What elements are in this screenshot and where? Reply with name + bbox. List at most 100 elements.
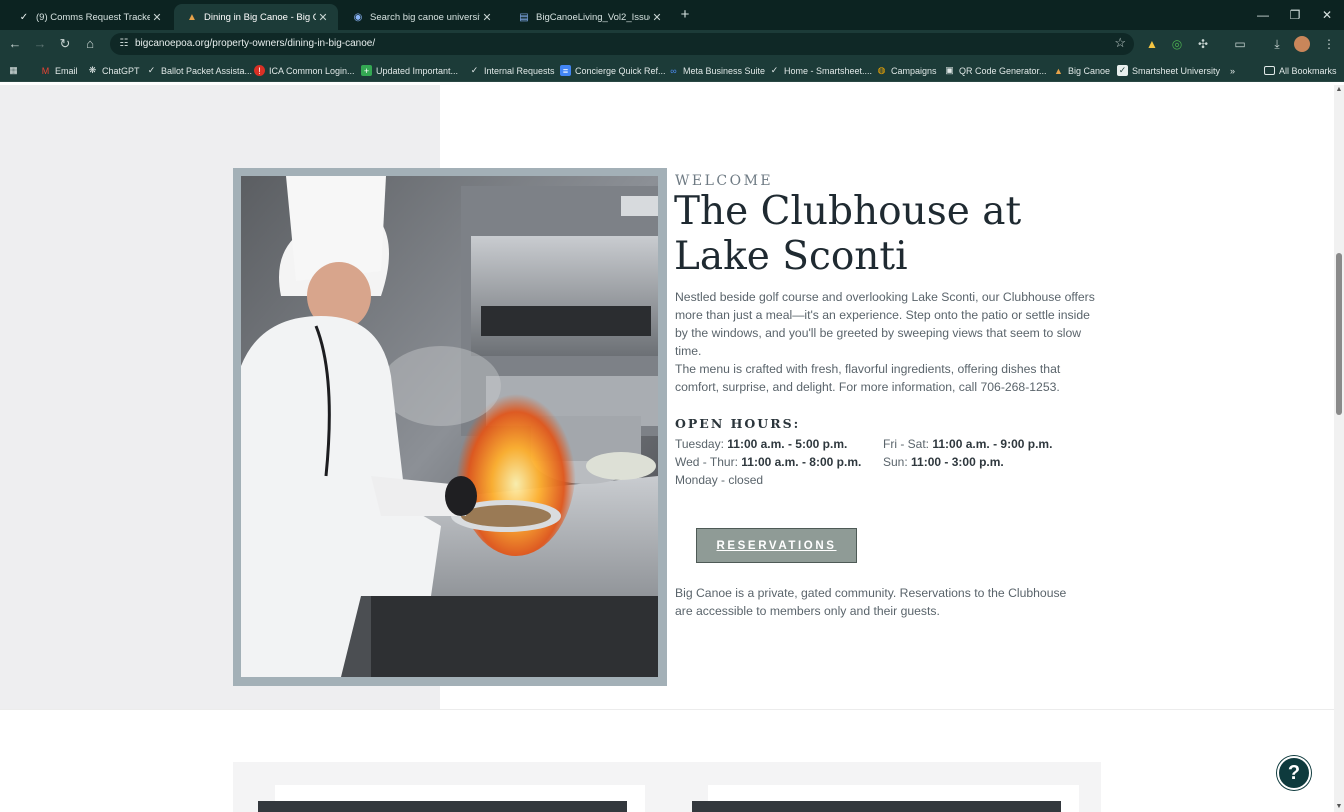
extensions-icon[interactable]: ✣ bbox=[1194, 35, 1212, 53]
big-canoe-icon: ▲ bbox=[1054, 65, 1063, 76]
page-scrollbar[interactable]: ▲ ▼ bbox=[1334, 85, 1344, 812]
bookmark-email[interactable]: M Email bbox=[40, 63, 78, 78]
back-button[interactable]: ← bbox=[6, 35, 24, 53]
address-bar[interactable]: ☷ bigcanoepoa.org/property-owners/dining… bbox=[110, 33, 1134, 55]
bookmarks-overflow-button[interactable]: » bbox=[1230, 63, 1235, 78]
cast-icon[interactable]: ▭ bbox=[1231, 35, 1249, 53]
bookmark-meta-business-suite[interactable]: ∞ Meta Business Suite bbox=[668, 63, 765, 78]
campaigns-icon: ◍ bbox=[877, 65, 886, 75]
section-divider bbox=[0, 709, 1334, 710]
tab-title: (9) Comms Request Tracker - Sm bbox=[36, 11, 150, 23]
hours-days: Tuesday: bbox=[675, 437, 724, 451]
bookmark-label: Ballot Packet Assista... bbox=[161, 65, 253, 76]
tab-strip: ✓ (9) Comms Request Tracker - Sm ✕ ▲ Din… bbox=[0, 0, 1344, 30]
bookmark-big-canoe[interactable]: ▲ Big Canoe bbox=[1053, 63, 1110, 78]
tab-search-big-canoe-university[interactable]: ◉ Search big canoe university - Co ✕ bbox=[340, 4, 502, 30]
bookmark-home-smartsheet[interactable]: ✓ Home - Smartsheet.... bbox=[769, 63, 872, 78]
hours-days: Wed - Thur: bbox=[675, 455, 738, 469]
restore-button[interactable]: ❐ bbox=[1286, 6, 1304, 24]
bookmark-campaigns[interactable]: ◍ Campaigns bbox=[876, 63, 937, 78]
all-bookmarks-button[interactable]: All Bookmarks bbox=[1264, 63, 1337, 78]
drive-extension-icon[interactable]: ▲ bbox=[1143, 35, 1161, 53]
close-icon[interactable]: ✕ bbox=[316, 11, 330, 24]
bookmark-label: Big Canoe bbox=[1068, 65, 1111, 76]
tab-title: Dining in Big Canoe - Big Canoe bbox=[204, 11, 316, 23]
web-page: WELCOME The Clubhouse at Lake Sconti Nes… bbox=[0, 85, 1334, 812]
bookmark-label: Meta Business Suite bbox=[683, 65, 766, 76]
bookmark-label: ChatGPT bbox=[102, 65, 140, 76]
hours-time: 11:00 - 3:00 p.m. bbox=[911, 455, 1004, 469]
browser-toolbar: ← → ↻ ⌂ ☷ bigcanoepoa.org/property-owner… bbox=[0, 30, 1344, 58]
url-text[interactable]: bigcanoepoa.org/property-owners/dining-i… bbox=[135, 38, 375, 49]
smartsheet-icon: ✓ bbox=[1117, 65, 1128, 76]
big-canoe-icon: ▲ bbox=[187, 11, 197, 23]
home-button[interactable]: ⌂ bbox=[81, 35, 99, 53]
site-info-icon[interactable]: ☷ bbox=[116, 36, 132, 52]
grammarly-extension-icon[interactable]: ◎ bbox=[1168, 35, 1186, 53]
hours-fri-sat: Fri - Sat: 11:00 a.m. - 9:00 p.m. bbox=[883, 437, 1052, 451]
download-icon[interactable]: ⤓ bbox=[1268, 35, 1286, 53]
hours-sunday: Sun: 11:00 - 3:00 p.m. bbox=[883, 455, 1004, 469]
bookmark-label: Campaigns bbox=[891, 65, 937, 76]
bookmark-label: Updated Important... bbox=[376, 65, 459, 76]
tab-bigcanoeliving[interactable]: ▤ BigCanoeLiving_Vol2_Issue9 - Ic ✕ bbox=[506, 4, 672, 30]
dining-card-image bbox=[692, 801, 1061, 812]
apps-grid-icon[interactable]: ▦ bbox=[8, 63, 23, 78]
bookmark-star-icon[interactable]: ☆ bbox=[1114, 35, 1126, 51]
chef-photo-frame bbox=[233, 168, 667, 686]
chatgpt-icon: ❋ bbox=[88, 65, 97, 75]
bookmark-label: Smartsheet University bbox=[1132, 65, 1221, 76]
bookmarks-bar: ▦ M Email ❋ ChatGPT ✓ Ballot Packet Assista… bbox=[0, 58, 1344, 82]
forward-button[interactable]: → bbox=[31, 35, 49, 53]
meta-icon: ∞ bbox=[670, 65, 677, 76]
bookmark-updated-important[interactable]: + Updated Important... bbox=[361, 63, 458, 78]
bookmark-label: Email bbox=[55, 65, 78, 76]
bookmark-internal-requests[interactable]: ✓ Internal Requests bbox=[469, 63, 555, 78]
scroll-down-arrow-icon[interactable]: ▼ bbox=[1334, 802, 1344, 812]
bookmark-label: Concierge Quick Ref... bbox=[575, 65, 666, 76]
ica-icon: ! bbox=[254, 65, 265, 76]
bookmark-ballot-packet[interactable]: ✓ Ballot Packet Assista... bbox=[146, 63, 252, 78]
bookmark-label: QR Code Generator... bbox=[959, 65, 1047, 76]
sheet-icon: + bbox=[361, 65, 372, 76]
chef-photo bbox=[241, 176, 658, 677]
smartsheet-icon: ✓ bbox=[147, 65, 156, 75]
grid-icon: ▦ bbox=[9, 65, 18, 75]
hours-time: 11:00 a.m. - 8:00 p.m. bbox=[741, 455, 862, 469]
scrollbar-thumb[interactable] bbox=[1336, 253, 1342, 415]
double-chevron-right-icon: » bbox=[1230, 65, 1236, 76]
tab-comms-request-tracker[interactable]: ✓ (9) Comms Request Tracker - Sm ✕ bbox=[6, 4, 172, 30]
hours-tuesday: Tuesday: 11:00 a.m. - 5:00 p.m. bbox=[675, 437, 847, 451]
bookmark-concierge-quick-ref[interactable]: ≡ Concierge Quick Ref... bbox=[560, 63, 666, 78]
close-window-button[interactable]: ✕ bbox=[1318, 6, 1336, 24]
bookmark-smartsheet-university[interactable]: ✓ Smartsheet University bbox=[1117, 63, 1220, 78]
reload-button[interactable]: ↻ bbox=[56, 35, 74, 53]
bookmark-chatgpt[interactable]: ❋ ChatGPT bbox=[87, 63, 140, 78]
hours-days: Sun: bbox=[883, 455, 908, 469]
hours-monday: Monday - closed bbox=[675, 473, 763, 487]
profile-avatar[interactable] bbox=[1294, 36, 1310, 52]
minimize-button[interactable]: — bbox=[1254, 6, 1272, 24]
smartsheet-icon: ✓ bbox=[770, 65, 779, 75]
bookmark-label: Home - Smartsheet.... bbox=[784, 65, 873, 76]
reservations-button[interactable]: RESERVATIONS bbox=[696, 528, 857, 563]
page-title: The Clubhouse at Lake Sconti bbox=[674, 189, 1022, 279]
hours-wed-thur: Wed - Thur: 11:00 a.m. - 8:00 p.m. bbox=[675, 455, 861, 469]
eyebrow-label: WELCOME bbox=[675, 173, 774, 189]
intro-paragraph: Nestled beside golf course and overlooki… bbox=[675, 290, 1095, 358]
tab-dining-big-canoe[interactable]: ▲ Dining in Big Canoe - Big Canoe ✕ bbox=[174, 4, 338, 30]
menu-kebab-icon[interactable]: ⋮ bbox=[1320, 35, 1338, 53]
search-site-icon: ◉ bbox=[353, 11, 363, 23]
bookmark-qr-code-generator[interactable]: ▣ QR Code Generator... bbox=[944, 63, 1047, 78]
hours-time: 11:00 a.m. - 9:00 p.m. bbox=[932, 437, 1053, 451]
scroll-up-arrow-icon[interactable]: ▲ bbox=[1334, 85, 1344, 95]
help-button[interactable]: ? bbox=[1277, 756, 1311, 790]
close-icon[interactable]: ✕ bbox=[150, 11, 164, 24]
all-bookmarks-label: All Bookmarks bbox=[1279, 65, 1337, 76]
bookmark-ica-login[interactable]: ! ICA Common Login... bbox=[254, 63, 355, 78]
chef-cooking-image bbox=[241, 176, 658, 677]
tab-title: BigCanoeLiving_Vol2_Issue9 - Ic bbox=[536, 11, 650, 23]
close-icon[interactable]: ✕ bbox=[480, 11, 494, 24]
close-icon[interactable]: ✕ bbox=[650, 11, 664, 24]
new-tab-button[interactable]: + bbox=[676, 6, 694, 24]
